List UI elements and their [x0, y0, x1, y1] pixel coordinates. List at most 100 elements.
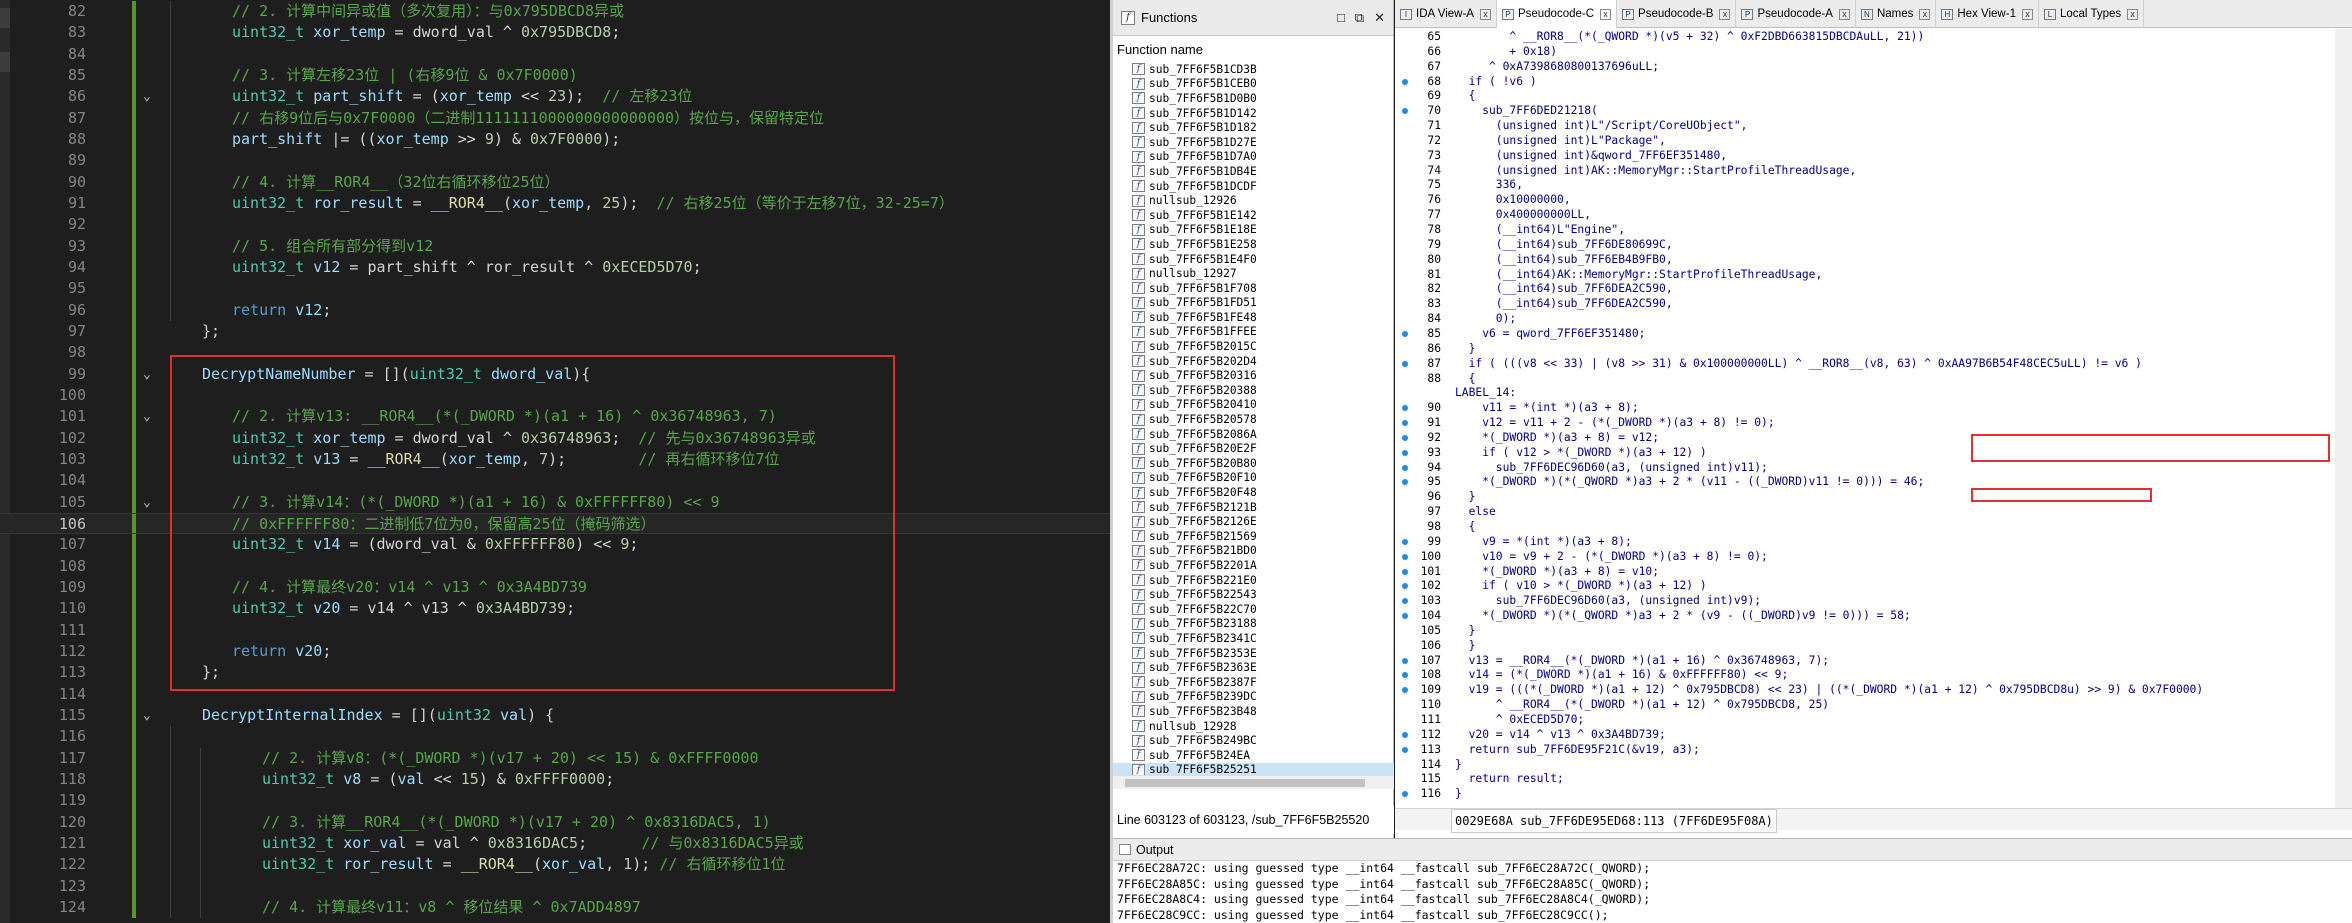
- editor-line[interactable]: 115 ⌄ DecryptInternalIndex = [](uint32 val…: [0, 704, 1110, 727]
- function-list-item[interactable]: f sub_7FF6F5B2086A: [1113, 427, 1394, 442]
- breakpoint-dot-icon[interactable]: [1402, 583, 1408, 590]
- function-list-item[interactable]: f sub_7FF6F5B2353E: [1113, 646, 1394, 661]
- function-list-item[interactable]: f nullsub_12928: [1113, 719, 1394, 734]
- function-list[interactable]: f sub_7FF6F5B1CD3B f sub_7FF6F5B1CEB0 f sub_7…: [1113, 62, 1394, 789]
- output-log[interactable]: 7FF6EC28A72C: using guessed type __int64…: [1113, 861, 2352, 923]
- function-list-item[interactable]: f sub_7FF6F5B1DB4E: [1113, 164, 1394, 179]
- breakpoint-dot-icon[interactable]: [1402, 405, 1408, 412]
- breakpoint-dot-icon[interactable]: [1402, 108, 1408, 115]
- breakpoint-dot-icon[interactable]: [1402, 464, 1408, 471]
- function-list-item[interactable]: f sub_7FF6F5B21BD0: [1113, 544, 1394, 559]
- code-editor[interactable]: 82 // 2. 计算中间异或值（多次复用）：与0x795DBCD8异或 83 uin…: [0, 0, 1110, 923]
- breakpoint-dot-icon[interactable]: [1402, 479, 1408, 486]
- breakpoint-dot-icon[interactable]: [1402, 598, 1408, 605]
- function-list-item[interactable]: f sub_7FF6F5B1CEB0: [1113, 77, 1394, 92]
- editor-line[interactable]: 88 part_shift |= ((xor_temp >> 9) & 0x7F0…: [0, 128, 1110, 151]
- tab-pseudocode-b[interactable]: P Pseudocode-B x: [1617, 0, 1737, 28]
- function-list-item[interactable]: f sub_7FF6F5B2363E: [1113, 660, 1394, 675]
- editor-line[interactable]: 121 uint32_t xor_val = val ^ 0x8316DAC5; …: [0, 832, 1110, 855]
- breakpoint-dot-icon[interactable]: [1402, 360, 1408, 367]
- breakpoint-dot-icon[interactable]: [1402, 746, 1408, 753]
- tab-ida-view-a[interactable]: I IDA View-A x: [1395, 0, 1497, 28]
- editor-line[interactable]: 92: [0, 214, 1110, 236]
- breakpoint-dot-icon[interactable]: [1402, 613, 1408, 620]
- function-list-item[interactable]: f sub_7FF6F5B21569: [1113, 529, 1394, 544]
- function-list-item[interactable]: f sub_7FF6F5B2341C: [1113, 631, 1394, 646]
- breakpoint-dot-icon[interactable]: [1402, 672, 1408, 679]
- breakpoint-dot-icon[interactable]: [1402, 434, 1408, 441]
- function-list-item[interactable]: f sub_7FF6F5B20578: [1113, 412, 1394, 427]
- function-list-item[interactable]: f sub_7FF6F5B1E4F0: [1113, 252, 1394, 267]
- tab-pseudocode-a[interactable]: P Pseudocode-A x: [1736, 0, 1856, 28]
- function-list-item[interactable]: f sub_7FF6F5B20E2F: [1113, 441, 1394, 456]
- breakpoint-dot-icon[interactable]: [1402, 791, 1408, 798]
- fold-chevron-icon[interactable]: ⌄: [143, 705, 151, 726]
- function-list-item[interactable]: f sub_7FF6F5B20F10: [1113, 471, 1394, 486]
- editor-line[interactable]: 86 ⌄ uint32_t part_shift = (xor_temp << 23…: [0, 86, 1110, 108]
- editor-line[interactable]: 94 uint32_t v12 = part_shift ^ ror_result…: [0, 256, 1110, 279]
- breakpoint-dot-icon[interactable]: [1402, 449, 1408, 456]
- function-list-item[interactable]: f sub_7FF6F5B2015C: [1113, 339, 1394, 354]
- function-list-item[interactable]: f sub_7FF6F5B2126E: [1113, 514, 1394, 529]
- breakpoint-dot-icon[interactable]: [1402, 538, 1408, 545]
- editor-line[interactable]: 97};: [0, 320, 1110, 343]
- function-list-item[interactable]: f sub_7FF6F5B1DCDF: [1113, 179, 1394, 194]
- editor-line[interactable]: 90 // 4. 计算__ROR4__（32位右循环移位25位）: [0, 171, 1110, 193]
- fold-chevron-icon[interactable]: ⌄: [143, 86, 151, 107]
- function-list-item[interactable]: f sub_7FF6F5B23188: [1113, 617, 1394, 632]
- function-list-item[interactable]: f sub_7FF6F5B20410: [1113, 398, 1394, 413]
- function-list-item[interactable]: f sub_7FF6F5B2387F: [1113, 675, 1394, 690]
- pseudocode-view[interactable]: 65 ^ __ROR8__(*(_QWORD *)(v5 + 32) ^ 0xF…: [1395, 29, 2352, 809]
- breakpoint-dot-icon[interactable]: [1402, 687, 1408, 694]
- function-list-item[interactable]: f sub_7FF6F5B249BC: [1113, 733, 1394, 748]
- tab-close-icon[interactable]: x: [2021, 8, 2033, 20]
- breakpoint-dot-icon[interactable]: [1402, 420, 1408, 427]
- function-list-item[interactable]: f sub_7FF6F5B20F48: [1113, 485, 1394, 500]
- editor-line[interactable]: 93 // 5. 组合所有部分得到v12: [0, 235, 1110, 257]
- function-list-item[interactable]: f sub_7FF6F5B1E18E: [1113, 223, 1394, 238]
- fold-chevron-icon[interactable]: ⌄: [143, 492, 151, 513]
- function-list-item[interactable]: f sub_7FF6F5B239DC: [1113, 690, 1394, 705]
- breakpoint-dot-icon[interactable]: [1402, 731, 1408, 738]
- editor-line[interactable]: 120 // 3. 计算__ROR4__(*(_DWORD *)(v17 + 20…: [0, 811, 1110, 833]
- function-list-item[interactable]: f sub_7FF6F5B1E258: [1113, 237, 1394, 252]
- editor-line[interactable]: 85 // 3. 计算左移23位 | (右移9位 & 0x7F0000): [0, 64, 1110, 87]
- breakpoint-dot-icon[interactable]: [1402, 78, 1408, 85]
- function-list-item[interactable]: f sub_7FF6F5B1FD51: [1113, 296, 1394, 311]
- editor-line[interactable]: 122 uint32_t ror_result = __ROR4__(xor_va…: [0, 854, 1110, 876]
- editor-line[interactable]: 118 uint32_t v8 = (val << 15) & 0xFFFF000…: [0, 768, 1110, 791]
- editor-line[interactable]: 89: [0, 150, 1110, 172]
- editor-line[interactable]: 91 uint32_t ror_result = __ROR4__(xor_tem…: [0, 192, 1110, 215]
- float-icon[interactable]: ⧉: [1355, 10, 1364, 26]
- function-list-item[interactable]: f sub_7FF6F5B1D7A0: [1113, 150, 1394, 165]
- function-list-item[interactable]: f sub_7FF6F5B221E0: [1113, 573, 1394, 588]
- editor-line[interactable]: 123: [0, 875, 1110, 897]
- editor-line[interactable]: 119: [0, 790, 1110, 812]
- editor-line[interactable]: 124 // 4. 计算最终v11：v8 ^ 移位结果 ^ 0x7ADD4897: [0, 896, 1110, 919]
- fold-chevron-icon[interactable]: ⌄: [143, 406, 151, 427]
- function-list-item[interactable]: f sub_7FF6F5B1CD3B: [1113, 62, 1394, 77]
- function-list-item[interactable]: f sub_7FF6F5B1FFEE: [1113, 325, 1394, 340]
- fold-chevron-icon[interactable]: ⌄: [143, 364, 151, 385]
- function-list-item[interactable]: f sub_7FF6F5B20388: [1113, 383, 1394, 398]
- function-list-item[interactable]: f sub_7FF6F5B24EA: [1113, 748, 1394, 763]
- editor-line[interactable]: 116: [0, 726, 1110, 748]
- editor-line[interactable]: 95: [0, 278, 1110, 300]
- editor-line[interactable]: 84: [0, 43, 1110, 65]
- function-list-item[interactable]: f nullsub_12927: [1113, 266, 1394, 281]
- function-list-item[interactable]: f sub_7FF6F5B1D182: [1113, 120, 1394, 135]
- editor-line[interactable]: 83 uint32_t xor_temp = dword_val ^ 0x795D…: [0, 22, 1110, 44]
- function-list-item[interactable]: f sub_7FF6F5B23B48: [1113, 704, 1394, 719]
- editor-line[interactable]: 117 // 2. 计算v8：(*(_DWORD *)(v17 + 20) << …: [0, 747, 1110, 769]
- function-list-item[interactable]: f sub_7FF6F5B22543: [1113, 587, 1394, 602]
- breakpoint-dot-icon[interactable]: [1402, 568, 1408, 575]
- tab-close-icon[interactable]: x: [1479, 8, 1491, 20]
- function-list-item[interactable]: f nullsub_12926: [1113, 193, 1394, 208]
- tab-hex-view-1[interactable]: H Hex View-1 x: [1936, 0, 2039, 28]
- function-list-item[interactable]: f sub_7FF6F5B1D142: [1113, 106, 1394, 121]
- function-list-item[interactable]: f sub_7FF6F5B20B80: [1113, 456, 1394, 471]
- function-list-item[interactable]: f sub_7FF6F5B22C70: [1113, 602, 1394, 617]
- breakpoint-dot-icon[interactable]: [1402, 553, 1408, 560]
- tab-close-icon[interactable]: x: [1838, 8, 1850, 20]
- breakpoint-dot-icon[interactable]: [1402, 657, 1408, 664]
